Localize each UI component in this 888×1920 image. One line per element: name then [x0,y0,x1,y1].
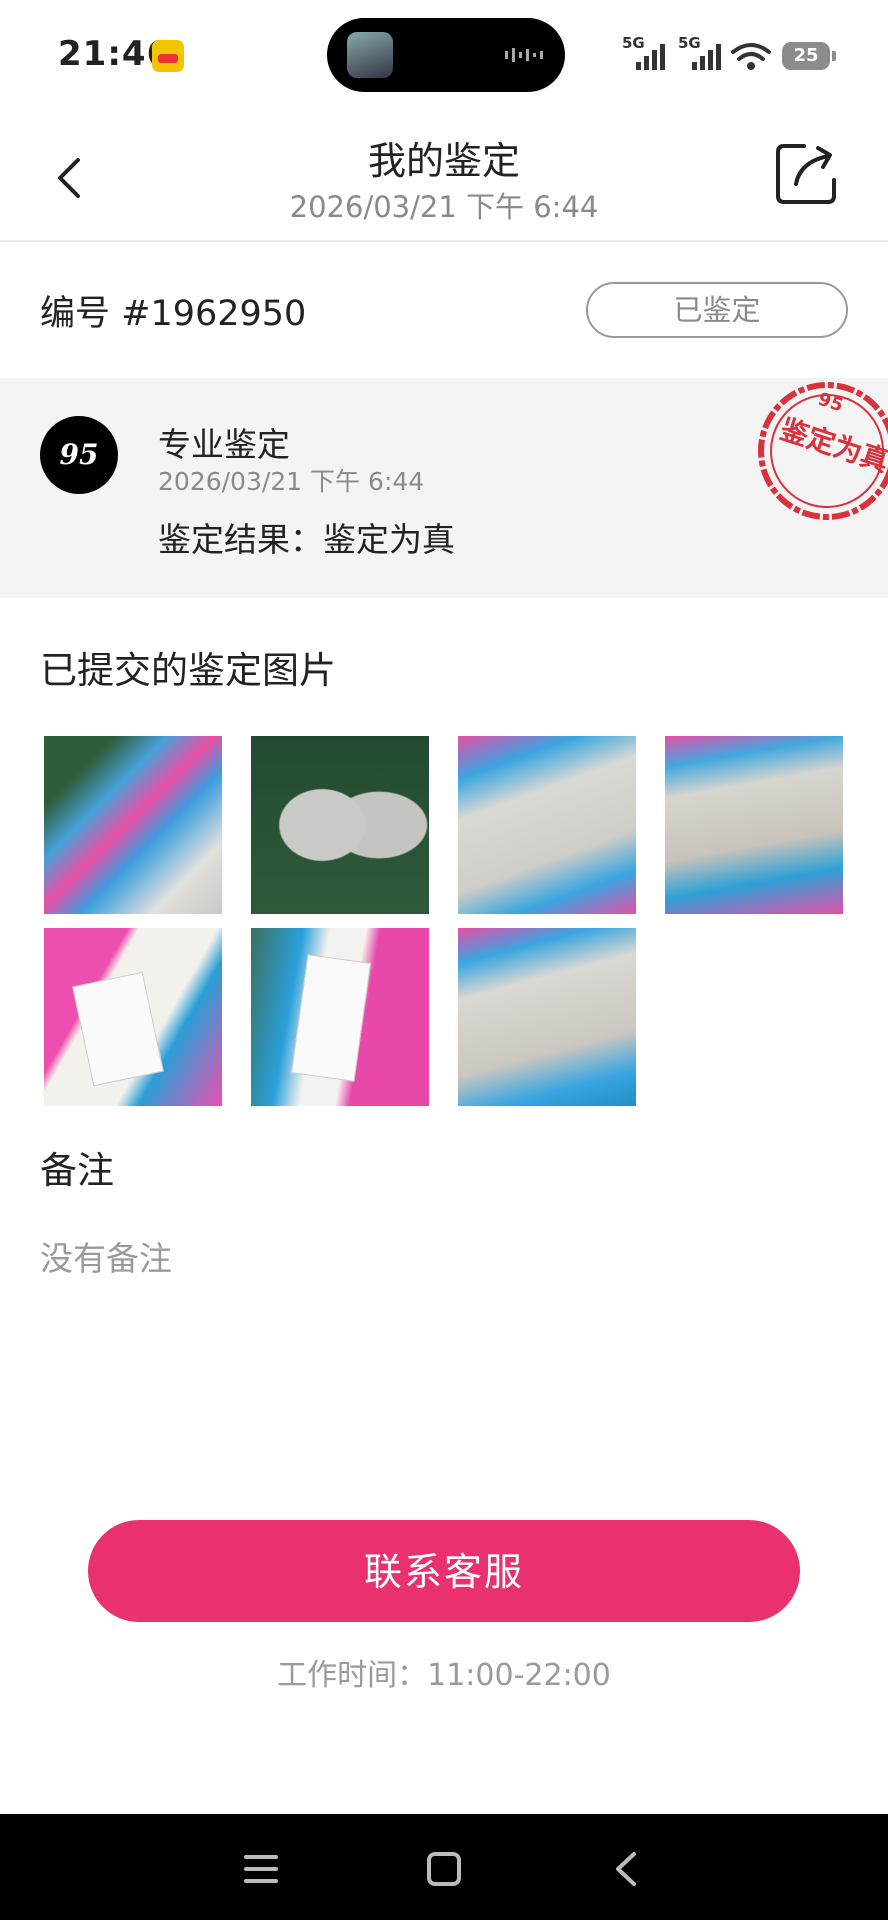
result-text: 鉴定结果：鉴定为真 [158,520,455,559]
share-icon[interactable] [774,140,842,208]
size-tag [72,971,164,1087]
contact-support-button[interactable]: 联系客服 [88,1520,800,1622]
authentic-stamp-icon: 95 鉴定为真 [752,378,888,526]
dynamic-island[interactable] [327,18,565,92]
page-subtitle: 2026/03/21 下午 6:44 [289,190,599,224]
media-thumbnail [347,32,393,78]
images-section-title: 已提交的鉴定图片 [40,649,336,692]
remarks-title: 备注 [40,1149,114,1192]
signal-icon: 5G [622,34,668,70]
submitted-image-3[interactable] [458,736,636,914]
signal-bars-icon [636,44,665,70]
home-square-icon[interactable] [419,1844,469,1894]
signal-icon-2: 5G [678,34,724,70]
audio-wave-icon [505,48,543,62]
app-badge-icon [152,40,184,72]
service-time: 2026/03/21 下午 6:44 [158,467,425,496]
order-number: 编号 #1962950 [40,294,307,334]
remarks-text: 没有备注 [40,1239,172,1278]
service-name: 专业鉴定 [158,425,290,464]
submitted-image-2[interactable] [251,736,429,914]
size-tag [290,954,372,1082]
submitted-image-1[interactable] [44,736,222,914]
working-hours: 工作时间：11:00-22:00 [277,1658,611,1693]
page-title: 我的鉴定 [367,139,520,183]
status-badge: 已鉴定 [586,282,848,338]
submitted-image-7[interactable] [458,928,636,1106]
top-app-bar: 我的鉴定 2026/03/21 下午 6:44 [0,110,888,242]
battery-icon: 25 [782,42,836,70]
back-triangle-icon[interactable] [602,1844,652,1894]
submitted-image-4[interactable] [665,736,843,914]
status-bar: 21:46 5G 5G 25 [0,0,888,110]
submitted-image-6[interactable] [251,928,429,1106]
result-card: 95 专业鉴定 2026/03/21 下午 6:44 鉴定结果：鉴定为真 95 … [0,378,888,598]
brand-logo: 95 [40,416,118,494]
signal-bars-icon [692,44,721,70]
system-nav-bar [0,1814,888,1920]
menu-icon[interactable] [236,1844,286,1894]
submitted-image-5[interactable] [44,928,222,1106]
wifi-icon [731,43,771,70]
